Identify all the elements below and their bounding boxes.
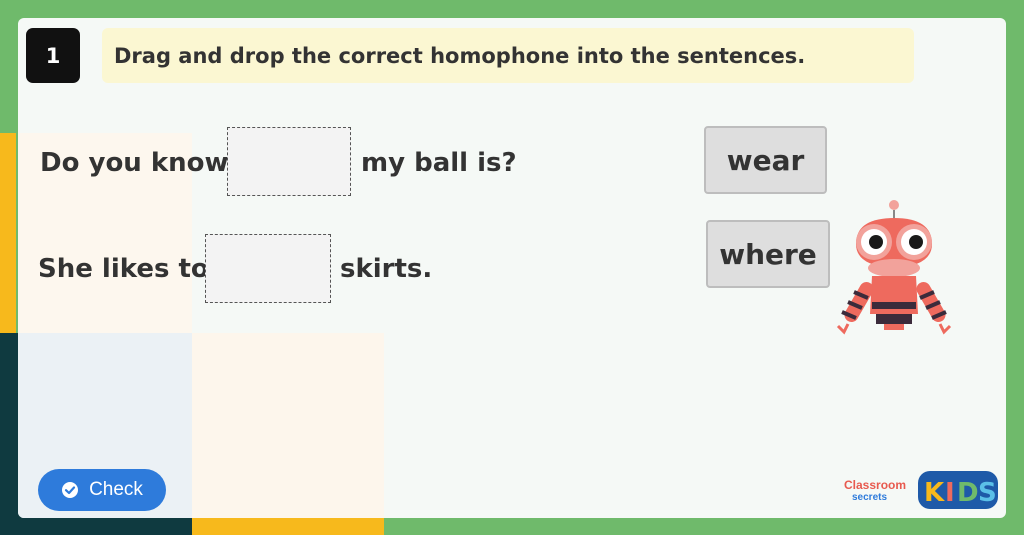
instruction-text: Drag and drop the correct homophone into… [114,43,806,68]
svg-text:I: I [945,478,955,508]
question-number: 1 [26,28,80,83]
sentence-2-before: She likes to [38,254,209,284]
overlay-warm-bottom [192,333,384,518]
svg-text:S: S [978,478,997,508]
sentence-1-before: Do you know [40,148,229,178]
classroom-secrets-kids-logo: Classroom secrets K I D S [844,471,998,509]
check-button[interactable]: Check [38,469,166,511]
svg-text:K: K [924,478,945,508]
svg-text:Classroom: Classroom [844,478,906,492]
drop-zone-2[interactable] [205,234,331,303]
sentence-1-after: my ball is? [361,148,517,178]
instruction-banner: Drag and drop the correct homophone into… [102,28,914,83]
word-tile-wear[interactable]: wear [704,126,827,194]
sentence-2-after: skirts. [340,254,433,284]
drop-zone-1[interactable] [227,127,351,196]
word-tile-where[interactable]: where [706,220,830,288]
svg-text:D: D [957,478,979,508]
check-button-label: Check [89,479,143,500]
check-circle-icon [61,481,79,499]
background-yellow-block [0,133,16,333]
svg-text:secrets: secrets [852,492,887,503]
robot-mascot-icon [836,200,952,335]
background-yellow-bottom-block [192,518,384,535]
